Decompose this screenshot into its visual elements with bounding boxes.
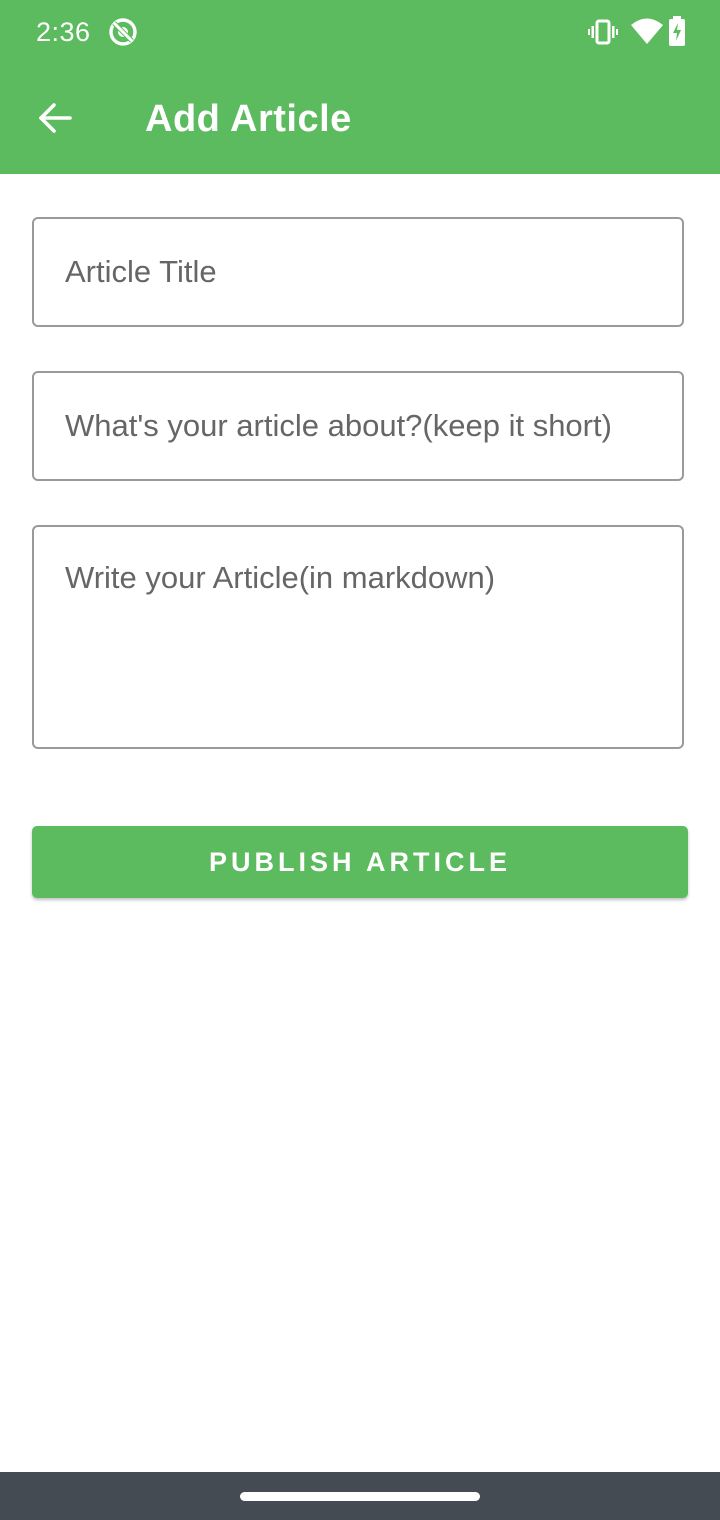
article-title-input[interactable]	[34, 219, 682, 325]
back-button[interactable]	[22, 85, 88, 151]
app-bar: Add Article	[0, 64, 720, 174]
page-title: Add Article	[145, 98, 352, 140]
article-description-field	[32, 371, 684, 481]
battery-charging-icon	[669, 16, 685, 46]
sync-disabled-icon	[109, 18, 137, 46]
navigation-bar	[0, 1472, 720, 1520]
status-time: 2:36	[36, 17, 91, 47]
article-title-field	[32, 217, 684, 327]
publish-article-button[interactable]: PUBLISH ARTICLE	[32, 826, 688, 898]
arrow-back-icon	[39, 103, 72, 133]
home-gesture-handle[interactable]	[240, 1492, 480, 1501]
article-body-field	[32, 525, 684, 749]
article-body-input[interactable]	[34, 527, 682, 747]
article-description-input[interactable]	[34, 373, 682, 479]
status-bar: 2:36	[0, 0, 720, 64]
vibrate-icon	[588, 19, 618, 45]
wifi-icon	[631, 18, 663, 44]
